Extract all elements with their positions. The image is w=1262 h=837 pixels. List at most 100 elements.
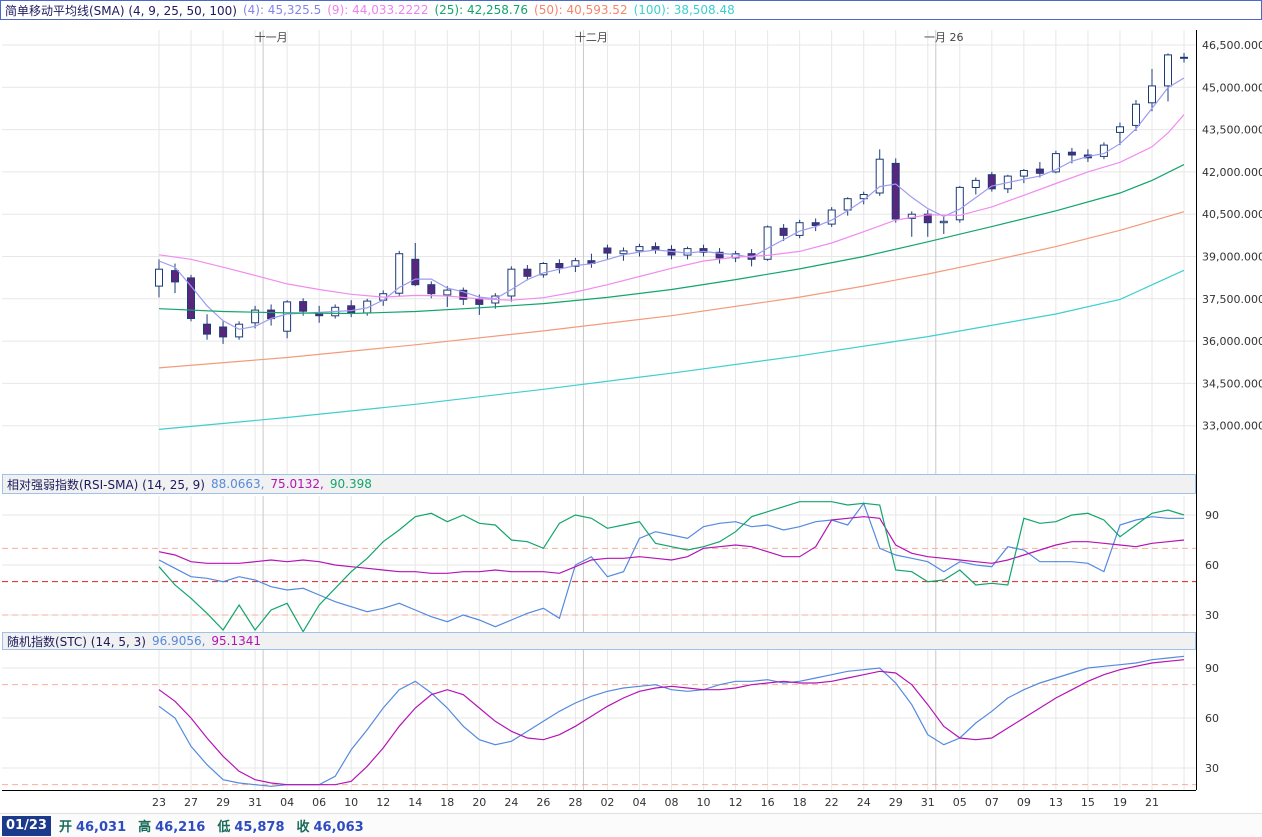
month-label: 一月 26 — [924, 31, 964, 44]
candle[interactable] — [1100, 145, 1107, 156]
x-tick-label: 18 — [793, 796, 807, 809]
x-tick-label: 10 — [697, 796, 711, 809]
x-tick-label: 04 — [280, 796, 294, 809]
candle[interactable] — [476, 299, 483, 305]
stc-header-values-item: 96.9056, — [152, 634, 205, 648]
x-tick-label: 05 — [953, 796, 967, 809]
x-tick-label: 29 — [216, 796, 230, 809]
stc-header-values-item: 95.1341 — [211, 634, 261, 648]
candle[interactable] — [1133, 104, 1140, 125]
ohlc-field-value: 45,878 — [234, 820, 284, 835]
candle[interactable] — [828, 210, 835, 224]
price-tick-label: 33,000.0000 — [1202, 420, 1262, 433]
x-tick-label: 31 — [248, 796, 262, 809]
rsi-header-values-item: 88.0663, — [211, 477, 264, 491]
rsi-tick-label: 30 — [1205, 609, 1219, 622]
candle[interactable] — [796, 223, 803, 236]
candle[interactable] — [1117, 127, 1124, 133]
stc-indicator-title: 随机指数(STC) (14, 5, 3) — [7, 633, 146, 650]
candle[interactable] — [844, 199, 851, 210]
candle[interactable] — [892, 163, 899, 219]
x-tick-label: 12 — [729, 796, 743, 809]
candle[interactable] — [284, 302, 291, 331]
x-tick-label: 16 — [761, 796, 775, 809]
x-tick-label: 08 — [665, 796, 679, 809]
candle[interactable] — [1165, 55, 1172, 86]
x-tick-label: 31 — [921, 796, 935, 809]
rsi-header-bar: 相对强弱指数(RSI-SMA) (14, 25, 9) 88.0663,75.0… — [2, 474, 1196, 494]
price-tick-label: 36,000.0000 — [1202, 335, 1262, 348]
stc-tick-label: 60 — [1205, 712, 1219, 725]
x-tick-label: 14 — [408, 796, 422, 809]
x-tick-label: 10 — [344, 796, 358, 809]
x-tick-label: 06 — [312, 796, 326, 809]
guide-lines-layer — [2, 548, 1196, 784]
stc-tick-label: 30 — [1205, 762, 1219, 775]
grid-layer — [2, 30, 1196, 790]
candle[interactable] — [652, 247, 659, 250]
date-badge: 01/23 — [2, 816, 51, 836]
candle[interactable] — [972, 180, 979, 187]
price-tick-label: 45,000.0000 — [1202, 81, 1262, 94]
candle[interactable] — [940, 221, 947, 222]
candle[interactable] — [1020, 171, 1027, 177]
sma-legend-values-item: (50): 40,593.52 — [534, 3, 628, 17]
x-tick-label: 07 — [985, 796, 999, 809]
x-tick-label: 20 — [472, 796, 486, 809]
x-axis-labels: 2327293104061012141820242628020408101216… — [152, 796, 1159, 809]
candle[interactable] — [220, 327, 227, 337]
candle[interactable] — [300, 302, 307, 312]
candle[interactable] — [556, 264, 563, 268]
price-tick-label: 37,500.0000 — [1202, 293, 1262, 306]
sma-legend-values-item: (100): 38,508.48 — [634, 3, 735, 17]
candle[interactable] — [156, 269, 163, 286]
x-tick-label: 19 — [1113, 796, 1127, 809]
candle[interactable] — [604, 248, 611, 253]
x-tick-label: 09 — [1017, 796, 1031, 809]
candle[interactable] — [780, 228, 787, 235]
x-tick-label: 21 — [1145, 796, 1159, 809]
ohlc-field-value: 46,063 — [314, 820, 364, 835]
ohlc-field-label: 低 — [217, 820, 230, 835]
sma-legend-values: (4): 45,325.5(9): 44,033.2222(25): 42,25… — [243, 3, 741, 17]
x-tick-label: 28 — [568, 796, 582, 809]
price-axis-labels: 46,500.000045,000.000043,500.000042,000.… — [1202, 39, 1262, 775]
sma-legend-values-item: (25): 42,258.76 — [434, 3, 528, 17]
candle[interactable] — [1149, 86, 1156, 103]
candle[interactable] — [524, 269, 531, 276]
candle[interactable] — [508, 269, 515, 296]
candle[interactable] — [636, 247, 643, 251]
x-tick-label: 18 — [440, 796, 454, 809]
candle[interactable] — [1181, 57, 1188, 58]
candle[interactable] — [1068, 152, 1075, 155]
candle[interactable] — [1036, 169, 1043, 173]
candle[interactable] — [204, 324, 211, 334]
rsi-header-values: 88.0663,75.0132,90.398 — [211, 477, 378, 491]
x-tick-label: 02 — [600, 796, 614, 809]
candle[interactable] — [444, 290, 451, 295]
candle[interactable] — [684, 249, 691, 256]
x-tick-label: 27 — [184, 796, 198, 809]
candle[interactable] — [428, 285, 435, 294]
chart-canvas[interactable]: 46,500.000045,000.000043,500.000042,000.… — [0, 0, 1262, 837]
candle[interactable] — [236, 324, 243, 337]
candle[interactable] — [620, 251, 627, 254]
candle[interactable] — [172, 271, 179, 282]
x-tick-label: 29 — [889, 796, 903, 809]
price-tick-label: 43,500.0000 — [1202, 124, 1262, 137]
rsi-tick-label: 90 — [1205, 509, 1219, 522]
candle[interactable] — [764, 227, 771, 259]
stc-tick-label: 90 — [1205, 662, 1219, 675]
rsi-indicator-title: 相对强弱指数(RSI-SMA) (14, 25, 9) — [7, 476, 205, 493]
x-tick-label: 22 — [825, 796, 839, 809]
stc-header-bar: 随机指数(STC) (14, 5, 3) 96.9056, 95.1341 — [2, 632, 1196, 650]
sma-indicator-title: 简单移动平均线(SMA) (4, 9, 25, 50, 100) — [5, 2, 237, 19]
x-tick-label: 24 — [857, 796, 871, 809]
candle[interactable] — [348, 306, 355, 313]
ohlc-status-bar: 01/23 开46,031高46,216低45,878收46,063 — [0, 813, 1262, 837]
x-tick-label: 23 — [152, 796, 166, 809]
ohlc-field-value: 46,031 — [76, 820, 126, 835]
stc-header-values: 96.9056, 95.1341 — [152, 634, 267, 648]
x-tick-label: 26 — [536, 796, 550, 809]
price-tick-label: 39,000.0000 — [1202, 251, 1262, 264]
